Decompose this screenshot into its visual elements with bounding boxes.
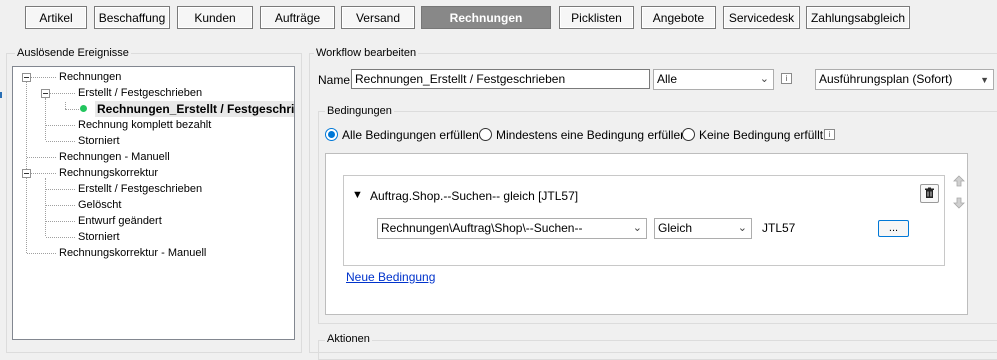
condition-field-value: Rechnungen\Auftrag\Shop\--Suchen-- bbox=[381, 221, 583, 235]
tab-auftraege[interactable]: Aufträge bbox=[260, 6, 335, 29]
tree-line bbox=[46, 205, 75, 206]
tree-node-rechnungen[interactable]: Rechnungen bbox=[59, 69, 121, 85]
tab-picklisten[interactable]: Picklisten bbox=[559, 6, 634, 29]
tree-line bbox=[46, 221, 75, 222]
triangle-down-icon[interactable]: ▼ bbox=[352, 189, 363, 201]
tree-node-korrektur-erstellt[interactable]: Erstellt / Festgeschrieben bbox=[78, 181, 202, 197]
trash-icon bbox=[925, 187, 934, 198]
tree-line bbox=[31, 77, 56, 78]
tree-node-rechnungen-manuell[interactable]: Rechnungen - Manuell bbox=[59, 149, 170, 165]
arrow-up-icon[interactable] bbox=[952, 174, 966, 188]
tab-artikel[interactable]: Artikel bbox=[25, 6, 87, 29]
tab-servicedesk[interactable]: Servicedesk bbox=[723, 6, 800, 29]
info-icon[interactable]: i bbox=[781, 73, 792, 84]
tree-node-selected-workflow[interactable]: Rechnungen_Erstellt / Festgeschri bbox=[95, 101, 294, 117]
name-label: Name bbox=[318, 73, 351, 87]
collapse-toggle[interactable] bbox=[22, 73, 31, 82]
tree-node-storniert[interactable]: Storniert bbox=[78, 133, 120, 149]
tab-angebote[interactable]: Angebote bbox=[641, 6, 716, 29]
condition-operator-select[interactable]: Gleich ⌄ bbox=[654, 218, 752, 239]
tree-node-korrektur-storniert[interactable]: Storniert bbox=[78, 229, 120, 245]
chevron-down-icon: ⌄ bbox=[737, 222, 747, 234]
events-tree[interactable]: Rechnungen Erstellt / Festgeschrieben Re… bbox=[12, 66, 295, 340]
radio-one-condition-label[interactable]: Mindestens eine Bedingung erfüllen bbox=[496, 128, 687, 142]
radio-no-condition[interactable] bbox=[682, 128, 695, 141]
scope-select-value: Alle bbox=[657, 72, 678, 86]
new-condition-link[interactable]: Neue Bedingung bbox=[346, 270, 435, 284]
execution-plan-value: Ausführungsplan (Sofort) bbox=[819, 72, 953, 86]
tree-node-geloescht[interactable]: Gelöscht bbox=[78, 197, 121, 213]
info-icon[interactable]: i bbox=[824, 129, 835, 140]
tree-line bbox=[27, 157, 56, 158]
condition-header: Auftrag.Shop.--Suchen-- gleich [JTL57] bbox=[370, 189, 579, 203]
collapse-toggle[interactable] bbox=[22, 169, 31, 178]
radio-no-condition-label[interactable]: Keine Bedingung erfüllt bbox=[699, 128, 823, 142]
tree-node-komplett-bezahlt[interactable]: Rechnung komplett bezahlt bbox=[78, 117, 211, 133]
module-tab-bar: Artikel Beschaffung Kunden Aufträge Vers… bbox=[0, 0, 997, 38]
tree-line bbox=[65, 109, 79, 110]
tree-node-rechnungskorrektur[interactable]: Rechnungskorrektur bbox=[59, 165, 158, 181]
workflow-group-title: Workflow bearbeiten bbox=[314, 47, 419, 59]
tree-line bbox=[50, 93, 75, 94]
condition-field-select[interactable]: Rechnungen\Auftrag\Shop\--Suchen-- ⌄ bbox=[377, 218, 647, 239]
tree-node-korrektur-manuell[interactable]: Rechnungskorrektur - Manuell bbox=[59, 245, 206, 261]
tree-node-erstellt[interactable]: Erstellt / Festgeschrieben bbox=[78, 85, 202, 101]
actions-group-title: Aktionen bbox=[325, 333, 372, 345]
triangle-down-icon: ▼ bbox=[980, 75, 989, 85]
tab-rechnungen[interactable]: Rechnungen bbox=[421, 6, 551, 29]
delete-condition-button[interactable] bbox=[920, 184, 939, 203]
green-dot-icon bbox=[80, 105, 87, 112]
tree-line bbox=[65, 102, 66, 109]
conditions-group-title: Bedingungen bbox=[325, 105, 394, 117]
tree-line bbox=[46, 237, 75, 238]
events-group-title: Auslösende Ereignisse bbox=[15, 47, 131, 59]
tree-line bbox=[46, 141, 75, 142]
tree-line bbox=[46, 189, 75, 190]
workflow-name-input[interactable]: Rechnungen_Erstellt / Festgeschrieben bbox=[351, 69, 650, 89]
condition-operator-value: Gleich bbox=[658, 221, 693, 235]
chevron-down-icon: ⌄ bbox=[759, 73, 769, 85]
tree-line bbox=[26, 82, 27, 253]
tab-beschaffung[interactable]: Beschaffung bbox=[94, 6, 170, 29]
chevron-down-icon: ⌄ bbox=[632, 222, 642, 234]
condition-value-text: JTL57 bbox=[762, 221, 796, 235]
execution-plan-select[interactable]: Ausführungsplan (Sofort) ▼ bbox=[815, 69, 994, 90]
condition-value-picker-button[interactable]: ... bbox=[878, 220, 909, 237]
radio-all-conditions[interactable] bbox=[325, 128, 338, 141]
tree-node-entwurf-geaendert[interactable]: Entwurf geändert bbox=[78, 213, 162, 229]
tree-line bbox=[45, 178, 46, 236]
tree-line bbox=[31, 173, 56, 174]
collapse-toggle[interactable] bbox=[41, 89, 50, 98]
tree-line bbox=[46, 125, 75, 126]
tree-line bbox=[27, 253, 56, 254]
radio-one-condition[interactable] bbox=[479, 128, 492, 141]
actions-group bbox=[318, 340, 997, 360]
tree-line bbox=[45, 98, 46, 140]
radio-all-conditions-label[interactable]: Alle Bedingungen erfüllen bbox=[342, 128, 479, 142]
tab-kunden[interactable]: Kunden bbox=[177, 6, 253, 29]
tab-zahlungsabgleich[interactable]: Zahlungsabgleich bbox=[806, 6, 910, 29]
edge-marker bbox=[0, 92, 2, 98]
tab-versand[interactable]: Versand bbox=[341, 6, 415, 29]
arrow-down-icon[interactable] bbox=[952, 196, 966, 210]
scope-select[interactable]: Alle ⌄ bbox=[653, 69, 774, 90]
